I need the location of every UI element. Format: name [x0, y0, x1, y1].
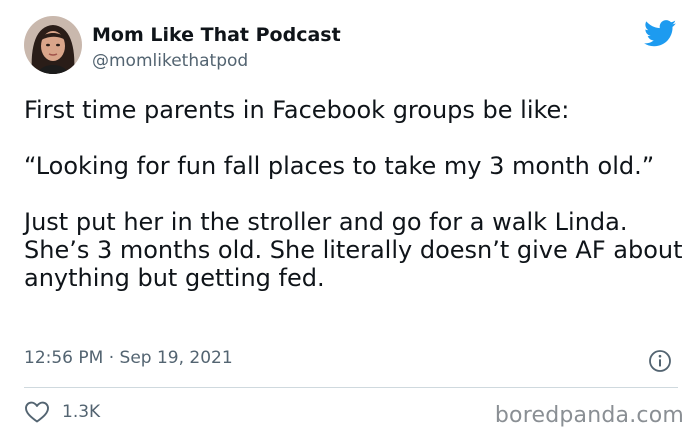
divider	[24, 387, 678, 388]
author-display-name[interactable]: Mom Like That Podcast	[92, 24, 341, 46]
tweet-paragraph: “Looking for fun fall places to take my …	[24, 152, 655, 180]
heart-icon	[25, 401, 49, 423]
avatar-image	[24, 16, 82, 74]
info-icon[interactable]	[648, 349, 672, 373]
watermark: boredpanda.com	[494, 403, 684, 428]
tweet-text: First time parents in Facebook groups be…	[24, 96, 684, 292]
like-button[interactable]: 1.3K	[24, 400, 100, 424]
author-handle[interactable]: @momlikethatpod	[92, 51, 248, 71]
tweet-card: Mom Like That Podcast @momlikethatpod Fi…	[0, 0, 700, 441]
twitter-bird-icon[interactable]	[644, 20, 677, 47]
like-count: 1.3K	[62, 402, 101, 422]
tweet-paragraph: Just put her in the stroller and go for …	[24, 208, 683, 292]
tweet-timestamp[interactable]: 12:56 PM · Sep 19, 2021	[24, 348, 233, 368]
avatar[interactable]	[24, 16, 82, 74]
tweet-paragraph: First time parents in Facebook groups be…	[24, 96, 570, 124]
